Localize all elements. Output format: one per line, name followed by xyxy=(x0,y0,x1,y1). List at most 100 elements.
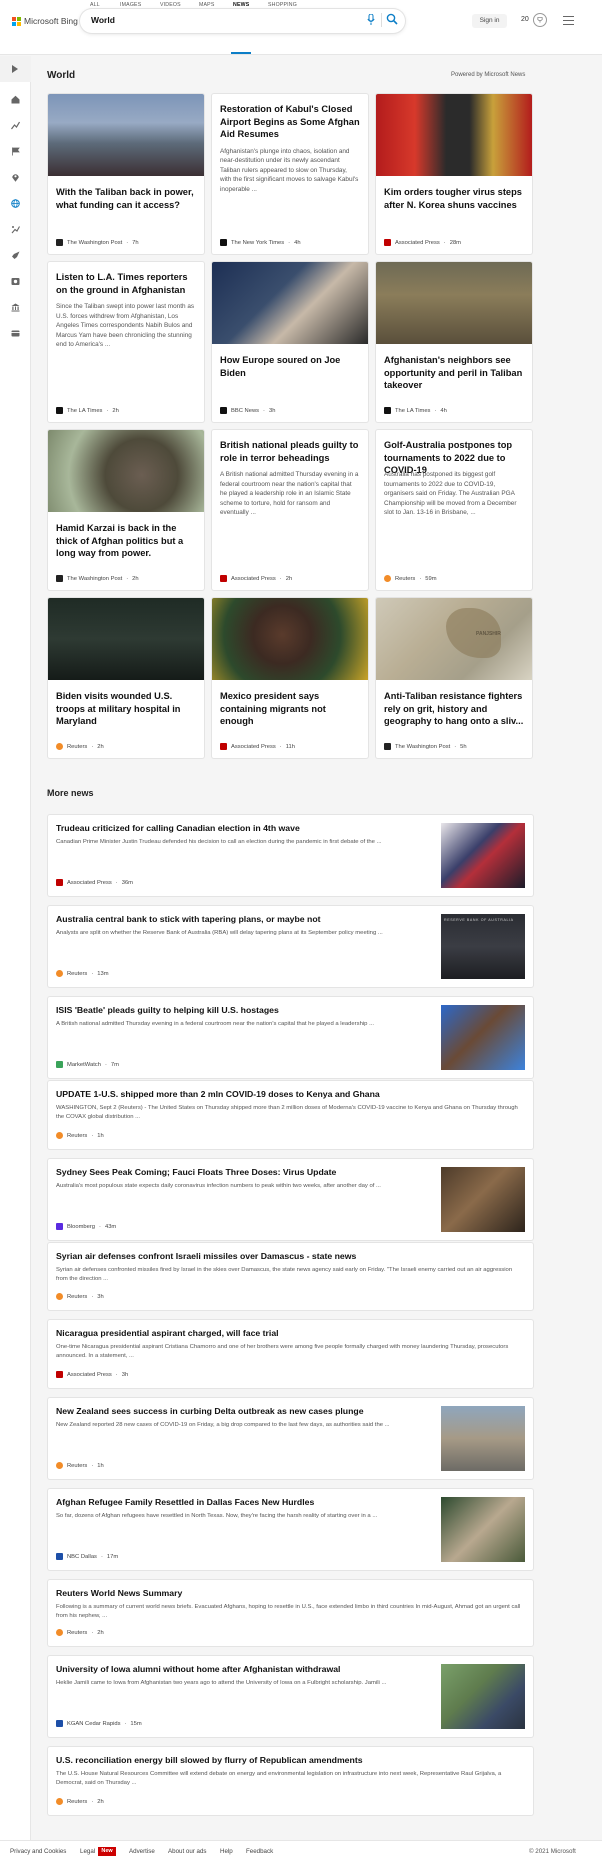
more-news-source[interactable]: Reuters · 13m xyxy=(56,970,109,977)
news-card-title[interactable]: Kim orders tougher virus steps after N. … xyxy=(384,186,524,211)
more-news-source[interactable]: Bloomberg · 43m xyxy=(56,1223,116,1230)
more-news-title-link[interactable]: UPDATE 1-U.S. shipped more than 2 mln CO… xyxy=(56,1089,380,1099)
more-news-item[interactable]: Trudeau criticized for calling Canadian … xyxy=(48,815,533,896)
news-card-image[interactable] xyxy=(376,262,532,344)
more-news-thumbnail[interactable] xyxy=(441,823,525,888)
news-card[interactable]: Listen to L.A. Times reporters on the gr… xyxy=(48,262,204,422)
more-news-title-link[interactable]: New Zealand sees success in curbing Delt… xyxy=(56,1406,364,1416)
tab-shopping[interactable]: SHOPPING xyxy=(268,2,297,8)
location-pin-icon[interactable] xyxy=(11,173,20,182)
powered-by-text[interactable]: Powered by Microsoft News xyxy=(451,72,525,78)
home-icon[interactable] xyxy=(11,95,20,104)
news-card-source[interactable]: BBC News · 3h xyxy=(220,407,275,414)
search-icon[interactable] xyxy=(386,13,398,25)
more-news-item[interactable]: Reuters World News Summary Following is a… xyxy=(48,1580,533,1646)
more-news-source[interactable]: KGAN Cedar Rapids · 15m xyxy=(56,1720,142,1727)
rewards-trophy-icon[interactable] xyxy=(533,13,547,27)
more-news-item[interactable]: University of Iowa alumni without home a… xyxy=(48,1656,533,1737)
more-news-item[interactable]: Afghan Refugee Family Resettled in Dalla… xyxy=(48,1489,533,1570)
news-card-source[interactable]: The LA Times · 4h xyxy=(384,407,447,414)
more-news-source[interactable]: Reuters · 2h xyxy=(56,1629,104,1636)
more-news-item[interactable]: Nicaragua presidential aspirant charged,… xyxy=(48,1320,533,1388)
tab-videos[interactable]: VIDEOS xyxy=(160,2,181,8)
tab-maps[interactable]: MAPS xyxy=(199,2,215,8)
more-news-item[interactable]: ISIS 'Beatle' pleads guilty to helping k… xyxy=(48,997,533,1078)
news-card-source[interactable]: The Washington Post · 2h xyxy=(56,575,139,582)
news-card[interactable]: Mexico president says containing migrant… xyxy=(212,598,368,758)
news-card-source[interactable]: Reuters · 59m xyxy=(384,575,437,582)
news-card-title[interactable]: British national pleads guilty to role i… xyxy=(220,439,360,464)
more-news-source[interactable]: Associated Press · 3h xyxy=(56,1371,128,1378)
more-news-thumbnail[interactable] xyxy=(441,1005,525,1070)
more-news-title-link[interactable]: Syrian air defenses confront Israeli mis… xyxy=(56,1251,356,1261)
news-card[interactable]: Hamid Karzai is back in the thick of Afg… xyxy=(48,430,204,590)
footer-link-feedback[interactable]: Feedback xyxy=(246,1848,273,1855)
more-news-source[interactable]: Reuters · 1h xyxy=(56,1462,104,1469)
more-news-source[interactable]: NBC Dallas · 17m xyxy=(56,1553,118,1560)
news-card-title[interactable]: With the Taliban back in power, what fun… xyxy=(56,186,196,211)
footer-link-legal[interactable]: Legal xyxy=(80,1848,95,1855)
tab-news[interactable]: NEWS xyxy=(233,2,249,8)
hamburger-menu-icon[interactable] xyxy=(563,16,574,25)
news-card[interactable]: Golf-Australia postpones top tournaments… xyxy=(376,430,532,590)
news-card[interactable]: Afghanistan's neighbors see opportunity … xyxy=(376,262,532,422)
footer-link-about-ads[interactable]: About our ads xyxy=(168,1848,207,1855)
microphone-icon[interactable] xyxy=(367,14,375,26)
more-news-item[interactable]: Australia central bank to stick with tap… xyxy=(48,906,533,987)
news-card-source[interactable]: The Washington Post · 5h xyxy=(384,743,467,750)
news-card-image[interactable] xyxy=(212,598,368,680)
news-card-title[interactable]: Mexico president says containing migrant… xyxy=(220,690,360,728)
news-card-source[interactable]: The Washington Post · 7h xyxy=(56,239,139,246)
more-news-source[interactable]: Reuters · 3h xyxy=(56,1293,104,1300)
globe-icon[interactable] xyxy=(11,199,20,208)
more-news-title-link[interactable]: University of Iowa alumni without home a… xyxy=(56,1664,340,1674)
rewards-count[interactable]: 20 xyxy=(521,16,529,23)
news-card-image[interactable] xyxy=(212,262,368,344)
news-card-source[interactable]: The LA Times · 2h xyxy=(56,407,119,414)
more-news-item[interactable]: U.S. reconciliation energy bill slowed b… xyxy=(48,1747,533,1815)
money-card-icon[interactable] xyxy=(11,329,20,338)
more-news-item[interactable]: New Zealand sees success in curbing Delt… xyxy=(48,1398,533,1479)
tab-images[interactable]: IMAGES xyxy=(120,2,141,8)
news-card[interactable]: How Europe soured on Joe Biden BBC News · 3… xyxy=(212,262,368,422)
more-news-title-link[interactable]: Nicaragua presidential aspirant charged,… xyxy=(56,1328,279,1338)
more-news-thumbnail[interactable] xyxy=(441,1167,525,1232)
footer-link-help[interactable]: Help xyxy=(220,1848,233,1855)
trending-icon[interactable] xyxy=(11,121,20,130)
more-news-title-link[interactable]: Reuters World News Summary xyxy=(56,1588,182,1598)
news-card-image[interactable] xyxy=(48,94,204,176)
news-card[interactable]: With the Taliban back in power, what fun… xyxy=(48,94,204,254)
more-news-item[interactable]: UPDATE 1-U.S. shipped more than 2 mln CO… xyxy=(48,1081,533,1149)
news-card[interactable]: Biden visits wounded U.S. troops at mili… xyxy=(48,598,204,758)
sign-in-button[interactable]: Sign in xyxy=(472,14,507,28)
rail-expand-button[interactable] xyxy=(0,56,31,82)
more-news-item[interactable]: Syrian air defenses confront Israeli mis… xyxy=(48,1243,533,1310)
more-news-thumbnail[interactable] xyxy=(441,1406,525,1471)
more-news-title-link[interactable]: Australia central bank to stick with tap… xyxy=(56,914,321,924)
search-box[interactable]: World xyxy=(80,9,405,33)
chart-icon[interactable] xyxy=(11,225,20,234)
more-news-title-link[interactable]: ISIS 'Beatle' pleads guilty to helping k… xyxy=(56,1005,279,1015)
news-card-source[interactable]: The New York Times · 4h xyxy=(220,239,301,246)
news-card-title[interactable]: Biden visits wounded U.S. troops at mili… xyxy=(56,690,196,728)
more-news-source[interactable]: Associated Press · 36m xyxy=(56,879,133,886)
more-news-thumbnail[interactable] xyxy=(441,1664,525,1729)
rocket-icon[interactable] xyxy=(11,251,20,260)
news-card[interactable]: Kim orders tougher virus steps after N. … xyxy=(376,94,532,254)
news-card-image[interactable] xyxy=(376,94,532,176)
more-news-source[interactable]: Reuters · 2h xyxy=(56,1798,104,1805)
news-card-source[interactable]: Associated Press · 11h xyxy=(220,743,295,750)
footer-link-advertise[interactable]: Advertise xyxy=(129,1848,155,1855)
news-card-source[interactable]: Associated Press · 2h xyxy=(220,575,292,582)
more-news-thumbnail[interactable] xyxy=(441,1497,525,1562)
more-news-item[interactable]: Sydney Sees Peak Coming; Fauci Floats Th… xyxy=(48,1159,533,1240)
news-card-title[interactable]: Restoration of Kabul's Closed Airport Be… xyxy=(220,103,360,141)
news-card-title[interactable]: How Europe soured on Joe Biden xyxy=(220,354,360,379)
news-card[interactable]: Restoration of Kabul's Closed Airport Be… xyxy=(212,94,368,254)
news-card[interactable]: PANJSHIR Anti-Taliban resistance fighters… xyxy=(376,598,532,758)
tab-all[interactable]: ALL xyxy=(90,2,100,8)
more-news-title-link[interactable]: Trudeau criticized for calling Canadian … xyxy=(56,823,300,833)
more-news-title-link[interactable]: Afghan Refugee Family Resettled in Dalla… xyxy=(56,1497,314,1507)
news-card-title[interactable]: Afghanistan's neighbors see opportunity … xyxy=(384,354,524,392)
flag-icon[interactable] xyxy=(11,147,20,156)
